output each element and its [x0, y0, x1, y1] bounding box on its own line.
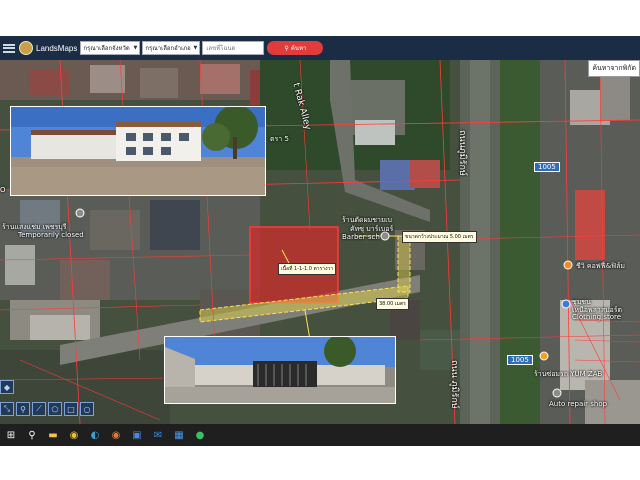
parcel-number-input[interactable] — [202, 41, 265, 55]
route-badge: 1005 — [534, 162, 560, 172]
windows-start-icon[interactable]: ⊞ — [4, 428, 18, 442]
chevron-down-icon: ▼ — [193, 45, 198, 51]
length-callout: 38.00 เมตร — [376, 298, 409, 310]
photos-icon[interactable]: ▦ — [172, 428, 186, 442]
province-select[interactable]: กรุณาเลือกจังหวัด ▼ — [80, 41, 141, 55]
map-tools: ◆ — [0, 380, 14, 394]
restaurant-marker-icon[interactable] — [539, 351, 549, 361]
polygon-icon[interactable]: ⬠ — [48, 402, 62, 416]
landsmaps-logo-icon — [19, 41, 33, 55]
layers-icon[interactable]: ◆ — [0, 380, 14, 394]
photo-gate-image — [165, 337, 395, 403]
coordinate-search-label[interactable]: ค้นหาจากพิกัด — [588, 60, 640, 77]
search-button[interactable]: ⚲ ค้นหา — [267, 41, 324, 55]
route-badge: 1005 — [507, 355, 533, 365]
chrome-icon[interactable]: ◉ — [67, 428, 81, 442]
edge-icon[interactable]: ◐ — [88, 428, 102, 442]
place-status: Temporarily closed — [18, 231, 84, 239]
circle-icon[interactable]: ○ — [80, 402, 94, 416]
store-icon[interactable]: ▣ — [130, 428, 144, 442]
top-blank-area — [0, 0, 640, 36]
drawing-toolbar: ⤡ ⚲ ⟋ ⬠ □ ○ — [0, 402, 94, 416]
windows-taskbar: ⊞ ⚲ ▬ ◉ ◐ ◉ ▣ ✉ ▦ ● — [0, 424, 640, 446]
marker-icon[interactable]: ⚲ — [16, 402, 30, 416]
polyline-icon[interactable]: ⟋ — [32, 402, 46, 416]
landsmaps-header: LandsMaps กรุณาเลือกจังหวัด ▼ กรุณาเลือก… — [0, 36, 640, 60]
province-select-value: กรุณาเลือกจังหวัด — [83, 45, 130, 52]
ruler-icon[interactable]: ⤡ — [0, 402, 14, 416]
satellite-map[interactable]: ค้นหาจากพิกัด t Rak Alley ตรา 5 ถนนภูมิร… — [0, 60, 640, 424]
place-category: Barber sch — [342, 233, 380, 241]
mail-icon[interactable]: ✉ — [151, 428, 165, 442]
repair-marker-icon[interactable] — [552, 388, 562, 398]
property-photo-building[interactable] — [10, 106, 266, 196]
chevron-down-icon: ▼ — [133, 45, 138, 51]
bottom-blank-area — [0, 446, 640, 480]
hamburger-icon[interactable] — [3, 43, 15, 53]
chrome-icon[interactable]: ◉ — [109, 428, 123, 442]
place-label[interactable]: ชีวิ คอฟฟี่&ฟิล์ม — [576, 261, 625, 272]
file-explorer-icon[interactable]: ▬ — [46, 428, 60, 442]
road-label-soi: ตรา 5 — [270, 135, 289, 143]
line-icon[interactable]: ● — [193, 428, 207, 442]
property-photo-gate[interactable] — [164, 336, 396, 404]
search-button-label: ค้นหา — [290, 45, 307, 52]
coffee-marker-icon[interactable] — [563, 260, 573, 270]
shop-marker-icon[interactable] — [561, 299, 571, 309]
road-label-main-1: ถนนภูมิรักษ์ — [457, 130, 467, 176]
district-select-value: กรุณาเลือกอำเภอ — [145, 45, 191, 52]
place-category: Auto repair shop — [549, 400, 608, 408]
rectangle-icon[interactable]: □ — [64, 402, 78, 416]
brand-title: LandsMaps — [36, 43, 78, 53]
road-label-main-2: ถนน ภูมิรักษ์ — [449, 360, 459, 409]
area-callout: เนื้อที่ 1-1-1.0 ตารางวา — [278, 263, 337, 275]
edge-label: O — [0, 186, 6, 194]
photo-building-image — [11, 107, 265, 195]
place-marker-icon[interactable] — [75, 208, 85, 218]
search-icon: ⚲ — [284, 44, 289, 52]
place-category: Clothing store — [572, 313, 622, 321]
width-callout: ขนาดกว้างประมาณ 5.00 เมตร — [402, 231, 477, 243]
district-select[interactable]: กรุณาเลือกอำเภอ ▼ — [142, 41, 201, 55]
place-label[interactable]: ร้านซ่อมรถ YUM ZAB — [534, 369, 602, 380]
search-icon[interactable]: ⚲ — [25, 428, 39, 442]
